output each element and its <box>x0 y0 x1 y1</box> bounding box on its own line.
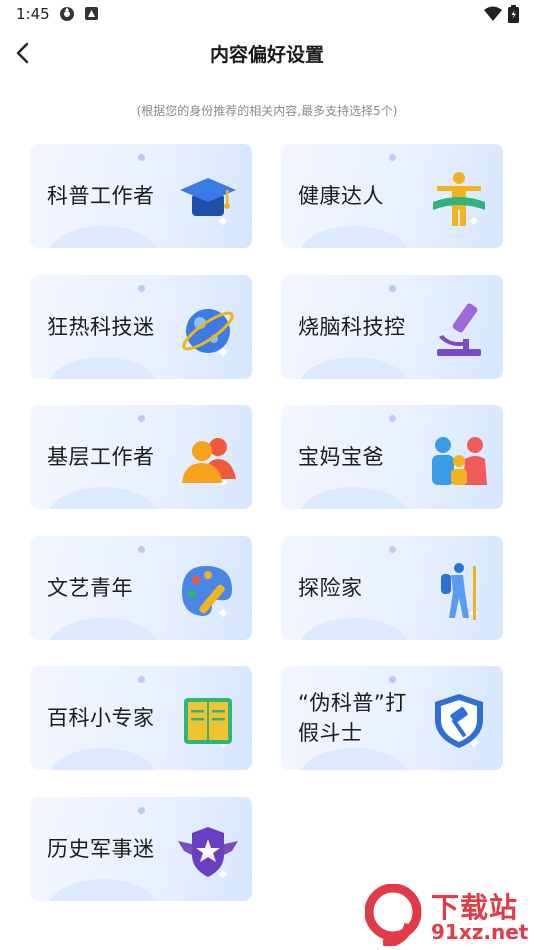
watermark-logo <box>365 884 422 946</box>
page-title: 内容偏好设置 <box>209 44 324 66</box>
military-badge-icon <box>178 827 238 877</box>
card-label: 科普工作者 <box>47 184 155 208</box>
watermark-url: 91xz.net <box>431 920 529 944</box>
sync-icon <box>60 7 74 21</box>
option-card[interactable]: 科普工作者 <box>30 144 252 248</box>
graduation-cap-icon <box>180 178 236 216</box>
card-label: 狂热科技迷 <box>47 315 155 339</box>
card-label: 文艺青年 <box>47 576 133 600</box>
fitness-person-icon <box>433 172 485 226</box>
option-card[interactable]: 狂热科技迷 <box>30 275 252 379</box>
option-card[interactable]: 健康达人 <box>281 144 503 248</box>
app-notification-icon <box>85 7 98 20</box>
card-label: 健康达人 <box>298 184 384 208</box>
option-card[interactable]: 基层工作者 <box>30 405 252 509</box>
status-bar: 1:45 <box>0 0 534 30</box>
people-group-icon <box>182 438 236 483</box>
card-label: 基层工作者 <box>47 445 155 469</box>
status-time: 1:45 <box>16 5 50 23</box>
site-watermark: 下载站 91xz.net <box>365 884 530 946</box>
planet-icon <box>182 309 234 353</box>
card-decoration-dot <box>138 546 145 553</box>
card-label: 烧脑科技控 <box>298 315 406 339</box>
option-card[interactable]: 文艺青年 <box>30 536 252 640</box>
card-label: 百科小专家 <box>47 706 155 730</box>
page-subtitle: (根据您的身份推荐的相关内容,最多支持选择5个) <box>136 104 398 118</box>
option-card[interactable]: “伪科普”打假斗士 <box>281 666 503 770</box>
option-card[interactable]: 探险家 <box>281 536 503 640</box>
card-decoration-dot <box>389 415 396 422</box>
option-card[interactable]: 百科小专家 <box>30 666 252 770</box>
card-label: 宝妈宝爸 <box>298 445 384 469</box>
family-icon <box>432 437 487 485</box>
paint-palette-icon <box>182 566 232 616</box>
card-decoration-dot <box>389 546 396 553</box>
option-card[interactable]: 烧脑科技控 <box>281 275 503 379</box>
hiker-icon <box>441 563 476 620</box>
battery-icon <box>508 5 519 23</box>
option-card[interactable]: 历史军事迷 <box>30 797 252 901</box>
card-label: “伪科普”打假斗士 <box>298 691 407 745</box>
shield-gavel-icon <box>435 694 483 748</box>
card-label: 历史军事迷 <box>47 837 155 861</box>
open-book-icon <box>184 698 232 744</box>
card-label: 探险家 <box>298 576 363 600</box>
microscope-icon <box>437 303 481 356</box>
wifi-icon <box>484 6 502 21</box>
card-decoration-dot <box>389 154 396 161</box>
option-card[interactable]: 宝妈宝爸 <box>281 405 503 509</box>
